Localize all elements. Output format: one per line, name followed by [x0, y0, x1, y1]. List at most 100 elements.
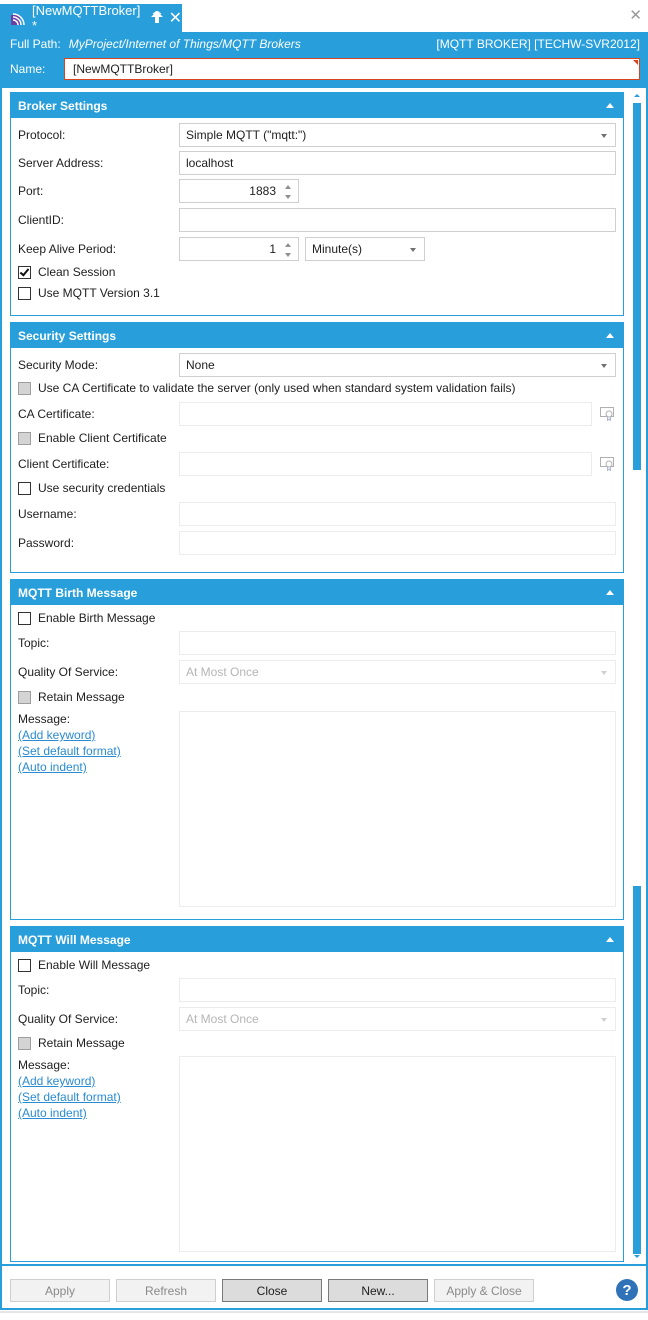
scroll-down-icon[interactable] — [634, 1255, 640, 1258]
checkbox-unchecked[interactable] — [18, 286, 31, 300]
will-message-textarea[interactable] — [179, 1056, 616, 1252]
collapse-icon[interactable] — [606, 333, 614, 338]
security-settings-header[interactable]: Security Settings — [11, 323, 623, 348]
certificate-icon[interactable] — [600, 407, 616, 422]
birth-message-textarea[interactable] — [179, 711, 616, 907]
enable-birth-row: Enable Birth Message — [18, 609, 616, 627]
set-default-format-link[interactable]: (Set default format) — [18, 1089, 121, 1105]
birth-qos-dropdown[interactable]: At Most Once — [179, 660, 616, 684]
birth-topic-input[interactable] — [179, 631, 616, 655]
auto-indent-link[interactable]: (Auto indent) — [18, 759, 121, 775]
security-mode-row: Security Mode: None — [18, 353, 616, 377]
will-topic-input[interactable] — [179, 978, 616, 1002]
section-title: MQTT Birth Message — [18, 585, 138, 600]
add-keyword-link[interactable]: (Add keyword) — [18, 1073, 121, 1089]
close-button[interactable]: Close — [222, 1279, 322, 1302]
use-credentials-label: Use security credentials — [38, 481, 166, 495]
enable-birth-checkbox[interactable]: Enable Birth Message — [18, 611, 155, 625]
full-path-row: Full Path: MyProject/Internet of Things/… — [10, 37, 640, 51]
broker-settings-header[interactable]: Broker Settings — [11, 93, 623, 118]
checkbox-disabled[interactable] — [18, 690, 31, 704]
will-qos-value: At Most Once — [186, 1012, 259, 1026]
help-icon[interactable]: ? — [616, 1279, 638, 1301]
will-message-header[interactable]: MQTT Will Message — [11, 927, 623, 952]
username-row: Username: — [18, 502, 616, 526]
broker-settings-section: Broker Settings Protocol: Simple MQTT ("… — [10, 92, 624, 316]
client-certificate-row: Client Certificate: — [18, 452, 616, 476]
checkbox-unchecked[interactable] — [18, 481, 31, 495]
spinner-arrows-icon[interactable] — [285, 185, 292, 199]
birth-retain-checkbox[interactable]: Retain Message — [18, 690, 125, 704]
checkbox-checked[interactable] — [18, 265, 31, 279]
will-qos-dropdown[interactable]: At Most Once — [179, 1007, 616, 1031]
refresh-button[interactable]: Refresh — [116, 1279, 216, 1302]
protocol-dropdown[interactable]: Simple MQTT ("mqtt:") — [179, 123, 616, 147]
birth-message-header[interactable]: MQTT Birth Message — [11, 580, 623, 605]
section-title: Broker Settings — [18, 98, 108, 113]
certificate-icon[interactable] — [600, 457, 616, 472]
will-qos-row: Quality Of Service: At Most Once — [18, 1007, 616, 1031]
chevron-down-icon — [410, 248, 416, 252]
will-message-links: Message: (Add keyword) (Set default form… — [18, 1057, 121, 1121]
use-credentials-checkbox[interactable]: Use security credentials — [18, 481, 165, 495]
checkbox-unchecked[interactable] — [18, 958, 31, 972]
clean-session-checkbox[interactable]: Clean Session — [18, 265, 115, 279]
window-close-icon[interactable]: ✕ — [629, 6, 642, 24]
document-tab[interactable]: [NewMQTTBroker] * ✕ — [0, 3, 182, 33]
birth-retain-row: Retain Message — [18, 688, 616, 706]
chevron-down-icon — [601, 1018, 607, 1022]
checkbox-disabled[interactable] — [18, 1036, 31, 1050]
security-settings-section: Security Settings Security Mode: None Us… — [10, 322, 624, 573]
use-credentials-row: Use security credentials — [18, 479, 616, 497]
footer-bar: Apply Refresh Close New... Apply & Close… — [2, 1264, 646, 1308]
security-mode-dropdown[interactable]: None — [179, 353, 616, 377]
clientid-input[interactable] — [179, 208, 616, 232]
enable-will-checkbox[interactable]: Enable Will Message — [18, 958, 150, 972]
scrollbar-thumb[interactable] — [633, 103, 641, 470]
keep-alive-unit-dropdown[interactable]: Minute(s) — [305, 237, 425, 261]
scrollbar-thumb[interactable] — [633, 886, 641, 1254]
ca-certificate-input[interactable] — [179, 402, 592, 426]
new-button[interactable]: New... — [328, 1279, 428, 1302]
will-retain-label: Retain Message — [38, 1036, 125, 1050]
mqtt31-checkbox[interactable]: Use MQTT Version 3.1 — [18, 286, 160, 300]
server-address-input[interactable]: localhost — [179, 151, 616, 175]
apply-button[interactable]: Apply — [10, 1279, 110, 1302]
section-title: MQTT Will Message — [18, 932, 131, 947]
collapse-icon[interactable] — [606, 103, 614, 108]
birth-qos-row: Quality Of Service: At Most Once — [18, 660, 616, 684]
use-ca-checkbox[interactable]: Use CA Certificate to validate the serve… — [18, 381, 516, 395]
auto-indent-link[interactable]: (Auto indent) — [18, 1105, 121, 1121]
full-path-value: MyProject/Internet of Things/MQTT Broker… — [68, 37, 301, 51]
apply-close-button[interactable]: Apply & Close — [434, 1279, 534, 1302]
checkbox-disabled[interactable] — [18, 431, 31, 445]
vertical-scrollbar[interactable] — [628, 88, 646, 1264]
chevron-down-icon — [601, 364, 607, 368]
birth-message-section: MQTT Birth Message Enable Birth Message … — [10, 579, 624, 920]
birth-message-label: Message: — [18, 712, 71, 726]
client-certificate-input[interactable] — [179, 452, 592, 476]
close-tab-icon[interactable]: ✕ — [169, 8, 182, 28]
enable-client-cert-checkbox[interactable]: Enable Client Certificate — [18, 431, 167, 445]
add-keyword-link[interactable]: (Add keyword) — [18, 727, 121, 743]
collapse-icon[interactable] — [606, 590, 614, 595]
pin-up-arrow-icon[interactable] — [150, 10, 163, 26]
ca-certificate-label: CA Certificate: — [18, 407, 95, 421]
password-input[interactable] — [179, 531, 616, 555]
checkbox-unchecked[interactable] — [18, 611, 31, 625]
password-label: Password: — [18, 536, 75, 550]
will-retain-checkbox[interactable]: Retain Message — [18, 1036, 125, 1050]
name-row: Name: — [10, 58, 640, 80]
clean-session-label: Clean Session — [38, 265, 116, 279]
collapse-icon[interactable] — [606, 937, 614, 942]
port-spinner[interactable]: 1883 — [179, 179, 299, 203]
protocol-label: Protocol: — [18, 128, 66, 142]
scroll-up-icon[interactable] — [634, 94, 640, 97]
checkbox-disabled[interactable] — [18, 381, 31, 395]
will-topic-label: Topic: — [18, 983, 50, 997]
set-default-format-link[interactable]: (Set default format) — [18, 743, 121, 759]
name-input[interactable] — [64, 58, 640, 80]
keep-alive-spinner[interactable]: 1 — [179, 237, 299, 261]
username-input[interactable] — [179, 502, 616, 526]
spinner-arrows-icon[interactable] — [285, 243, 292, 257]
